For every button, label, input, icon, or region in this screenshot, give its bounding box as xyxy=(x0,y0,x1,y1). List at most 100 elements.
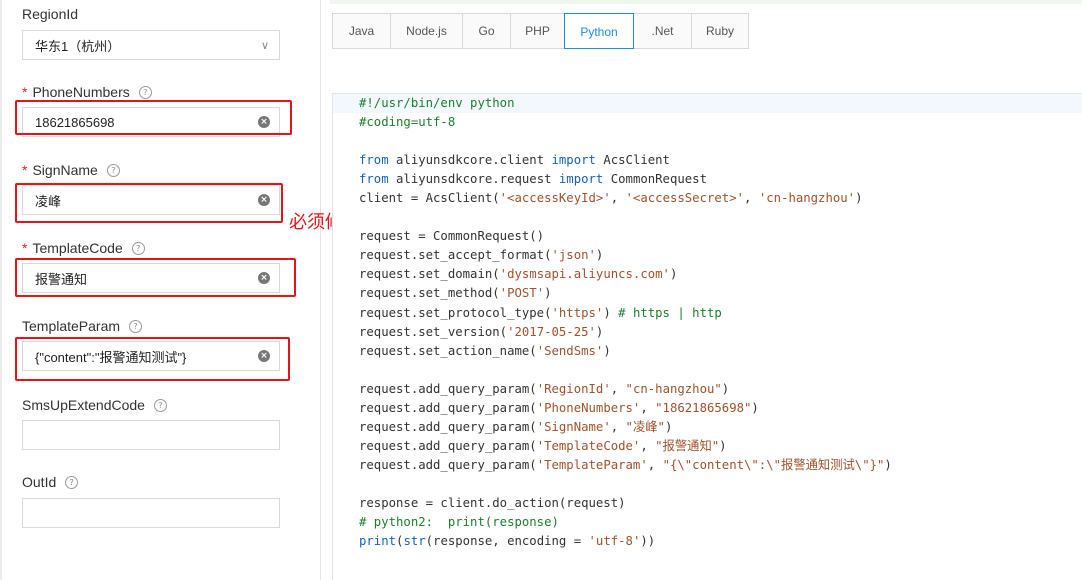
code-token: request.add_query_param( xyxy=(359,419,537,434)
tab-go[interactable]: Go xyxy=(463,14,511,48)
tab-python[interactable]: Python xyxy=(564,13,634,49)
code-token: "凌峰" xyxy=(625,419,665,434)
code-line: client = AcsClient('<accessKeyId>', '<ac… xyxy=(359,189,892,208)
region-select[interactable]: 华东1（杭州） ∨ xyxy=(22,30,280,60)
help-icon[interactable]: ? xyxy=(138,85,152,99)
code-token: ) xyxy=(719,438,727,453)
code-token: 'utf-8' xyxy=(588,534,641,549)
out-id-label: OutId ? xyxy=(22,474,79,490)
region-label: RegionId xyxy=(22,6,78,22)
required-mark: * xyxy=(22,84,28,100)
tab-nodejs[interactable]: Node.js xyxy=(391,14,463,48)
highlight-box xyxy=(15,100,292,135)
code-line: request.set_version('2017-05-25') xyxy=(359,323,892,342)
code-token: 'SendSms' xyxy=(536,343,604,358)
sign-label-text: SignName xyxy=(32,162,98,178)
tab-php[interactable]: PHP xyxy=(511,14,565,48)
highlight-box xyxy=(15,183,283,223)
code-token: 'SignName' xyxy=(536,419,611,434)
code-line: request.add_query_param('SignName', "凌峰"… xyxy=(359,418,892,437)
code-token: request.add_query_param( xyxy=(359,457,537,472)
code-token: ) xyxy=(751,400,759,415)
tab-java[interactable]: Java xyxy=(333,14,391,48)
help-icon[interactable]: ? xyxy=(153,398,167,412)
code-token: request.set_domain( xyxy=(359,267,500,282)
phone-label-text: PhoneNumbers xyxy=(32,84,130,100)
code-line: request.add_query_param('TemplateParam',… xyxy=(359,456,892,475)
phone-label: * PhoneNumbers ? xyxy=(22,84,152,100)
code-token: # https | http xyxy=(618,305,722,320)
code-line: request = CommonRequest() xyxy=(359,227,892,246)
code-token: request.set_accept_format( xyxy=(359,248,552,263)
region-value: 华东1（杭州） xyxy=(35,38,121,54)
tab-ruby[interactable]: Ruby xyxy=(692,14,748,48)
code-token: ) xyxy=(595,324,604,339)
top-strip xyxy=(330,0,1082,4)
help-icon[interactable]: ? xyxy=(106,163,120,177)
code-token: ) xyxy=(721,381,730,396)
panel-divider xyxy=(320,0,321,580)
code-block[interactable]: #!/usr/bin/env python #coding=utf-8 from … xyxy=(359,94,892,551)
code-token: "{\"content\":\"报警通知测试\"}" xyxy=(662,457,885,472)
code-token: 'json' xyxy=(551,248,596,263)
sign-label: * SignName ? xyxy=(22,162,120,178)
code-token: "18621865698" xyxy=(655,400,752,415)
code-line: request.add_query_param('TemplateCode', … xyxy=(359,437,892,456)
code-token: , xyxy=(610,191,626,206)
code-token: request.add_query_param( xyxy=(359,400,537,415)
code-token: ) xyxy=(595,248,604,263)
code-token: , xyxy=(744,191,759,206)
code-line: request.set_domain('dysmsapi.aliyuncs.co… xyxy=(359,265,892,284)
code-line: #!/usr/bin/env python xyxy=(359,94,892,113)
code-token: 'TemplateCode' xyxy=(536,438,641,453)
code-line: from aliyunsdkcore.request import Common… xyxy=(359,170,892,189)
language-tabs: Java Node.js Go PHP Python .Net Ruby xyxy=(332,13,749,49)
code-line: #coding=utf-8 xyxy=(359,113,892,132)
code-token: '2017-05-25' xyxy=(507,324,596,339)
code-line: print(str(response, encoding = 'utf-8')) xyxy=(359,532,892,551)
code-line: request.add_query_param('RegionId', "cn-… xyxy=(359,380,892,399)
code-token: , xyxy=(647,457,663,472)
code-token: ) xyxy=(603,305,619,320)
code-token: request.set_version( xyxy=(359,324,508,339)
region-label-text: RegionId xyxy=(22,6,79,22)
code-line: # python2: print(response) xyxy=(359,513,892,532)
code-token: from xyxy=(359,153,389,168)
out-id-input[interactable] xyxy=(22,498,280,528)
code-token: 'cn-hangzhou' xyxy=(758,191,856,206)
code-token: from xyxy=(359,172,389,187)
code-token: '<accessKeyId>' xyxy=(499,191,611,206)
highlight-box xyxy=(15,258,296,297)
code-token: 'POST' xyxy=(499,286,545,301)
code-token: 'PhoneNumbers' xyxy=(536,400,641,415)
code-token: ) xyxy=(664,419,673,434)
code-token: , xyxy=(640,400,656,415)
code-token: import xyxy=(551,153,596,168)
panel-edge xyxy=(0,0,2,580)
parameter-form: RegionId 华东1（杭州） ∨ * PhoneNumbers ? 1862… xyxy=(0,0,320,580)
code-token: CommonRequest xyxy=(603,172,707,187)
code-token: (response, encoding = xyxy=(425,534,589,549)
required-mark: * xyxy=(22,162,28,178)
code-token: , xyxy=(640,438,656,453)
help-icon[interactable]: ? xyxy=(65,475,79,489)
code-token: "报警通知" xyxy=(655,438,720,453)
code-token: import xyxy=(558,172,604,187)
tab-dotnet[interactable]: .Net xyxy=(634,14,692,48)
help-icon[interactable]: ? xyxy=(131,241,145,255)
template-code-label-text: TemplateCode xyxy=(32,240,123,256)
code-token: )) xyxy=(640,534,656,549)
code-token: 'https' xyxy=(551,305,604,320)
code-token: "cn-hangzhou" xyxy=(625,381,722,396)
code-token: #!/usr/bin/env python xyxy=(359,96,515,110)
code-token: print xyxy=(359,534,397,549)
code-token: request.set_method( xyxy=(359,286,500,301)
code-token: client = AcsClient( xyxy=(359,191,500,206)
code-line: from aliyunsdkcore.client import AcsClie… xyxy=(359,151,892,170)
code-token: request = CommonRequest() xyxy=(359,229,545,244)
sms-up-input[interactable] xyxy=(22,420,280,450)
chevron-down-icon: ∨ xyxy=(260,38,269,52)
code-token: #coding=utf-8 xyxy=(359,115,456,130)
help-icon[interactable]: ? xyxy=(129,319,143,333)
